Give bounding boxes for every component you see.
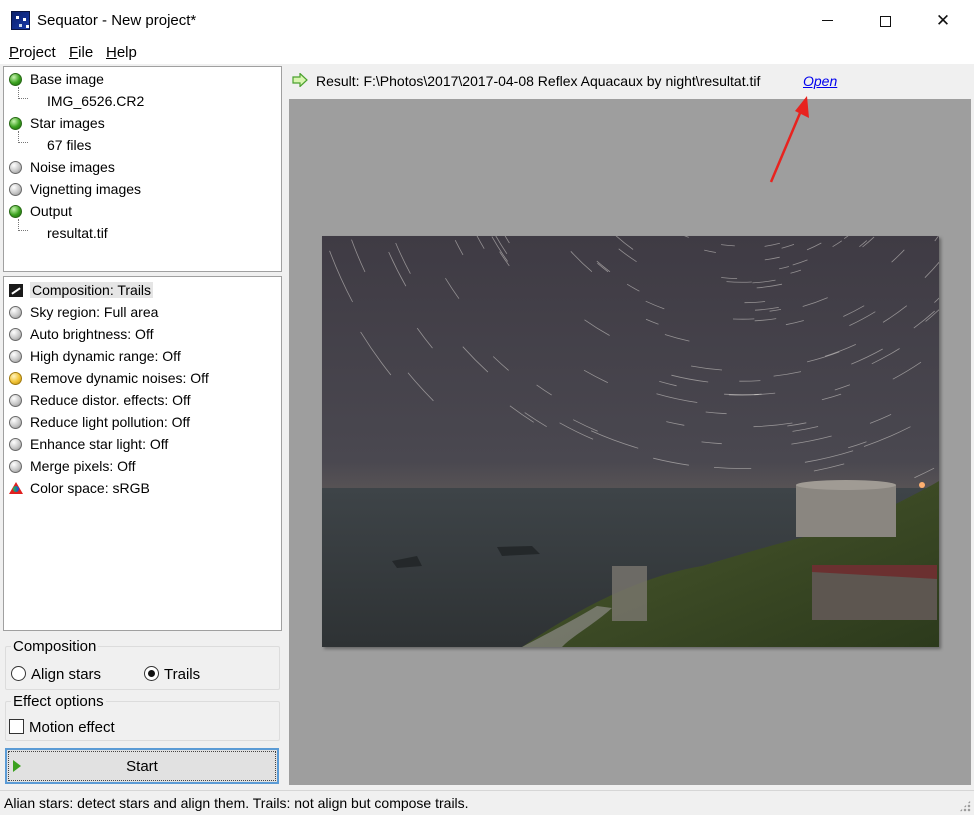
preview-area: [289, 99, 971, 785]
trails-radio[interactable]: [144, 666, 159, 681]
status-gray-icon: [9, 305, 22, 319]
tree-branch-line: [18, 131, 28, 143]
menu-project[interactable]: Project: [9, 44, 56, 61]
motion-effect-checkbox[interactable]: [9, 719, 24, 734]
tree-child-label: resultat.tif: [47, 225, 108, 241]
option-auto-brightness[interactable]: Auto brightness: Off: [9, 323, 153, 345]
motion-effect-label[interactable]: Motion effect: [29, 719, 115, 736]
tree-branch-line: [18, 87, 28, 99]
option-label: Sky region: Full area: [30, 304, 159, 320]
option-label: Enhance star light: Off: [30, 436, 169, 452]
options-panel: Composition: Trails Sky region: Full are…: [3, 276, 282, 631]
star-trails-photo: [322, 236, 939, 647]
status-bar: Alian stars: detect stars and align them…: [0, 790, 974, 815]
sequator-app-icon: [11, 11, 30, 30]
status-gray-icon: [9, 393, 22, 407]
tree-child-label: IMG_6526.CR2: [47, 93, 145, 109]
option-color-space[interactable]: Color space: sRGB: [9, 477, 150, 499]
tree-child-base-file[interactable]: IMG_6526.CR2: [47, 90, 144, 112]
option-reduce-distortion[interactable]: Reduce distor. effects: Off: [9, 389, 191, 411]
status-gray-icon: [9, 327, 22, 341]
tree-branch-line: [18, 219, 28, 231]
status-gray-icon: [9, 160, 22, 174]
option-sky-region[interactable]: Sky region: Full area: [9, 301, 158, 323]
tree-child-star-count[interactable]: 67 files: [47, 134, 91, 156]
option-label: Remove dynamic noises: Off: [30, 370, 209, 386]
tree-item-label: Noise images: [30, 159, 115, 175]
status-gray-icon: [9, 349, 22, 363]
option-label: Composition: Trails: [30, 282, 154, 298]
tree-item-label: Base image: [30, 71, 104, 87]
tree-item-label: Star images: [30, 115, 105, 131]
close-icon: ✕: [935, 11, 951, 30]
option-label: Color space: sRGB: [30, 480, 150, 496]
tree-item-vignetting-images[interactable]: Vignetting images: [9, 178, 141, 200]
status-yellow-icon: [9, 371, 22, 385]
result-preview-image: [322, 236, 939, 647]
effect-options-title: Effect options: [11, 693, 106, 710]
option-remove-dynamic-noises[interactable]: Remove dynamic noises: Off: [9, 367, 209, 389]
tree-item-label: Vignetting images: [30, 181, 142, 197]
play-icon: [13, 760, 21, 772]
arrow-right-icon: [292, 73, 308, 87]
option-composition[interactable]: Composition: Trails: [9, 279, 154, 301]
option-label: High dynamic range: Off: [30, 348, 181, 364]
color-space-icon: [9, 482, 23, 494]
align-stars-radio[interactable]: [11, 666, 26, 681]
menu-file[interactable]: File: [69, 44, 93, 61]
tree-child-output-file[interactable]: resultat.tif: [47, 222, 108, 244]
window-title: Sequator - New project*: [37, 12, 197, 29]
status-gray-icon: [9, 437, 22, 451]
option-merge-pixels[interactable]: Merge pixels: Off: [9, 455, 136, 477]
tree-item-noise-images[interactable]: Noise images: [9, 156, 115, 178]
option-high-dynamic-range[interactable]: High dynamic range: Off: [9, 345, 181, 367]
status-gray-icon: [9, 459, 22, 473]
resize-grip-icon[interactable]: [959, 800, 971, 812]
open-result-link[interactable]: Open: [803, 73, 837, 89]
align-stars-label[interactable]: Align stars: [31, 666, 101, 683]
annotation-arrow-icon: [769, 96, 809, 183]
menu-bar: Project File Help: [0, 42, 974, 64]
status-green-icon: [9, 204, 22, 218]
status-green-icon: [9, 72, 22, 86]
input-tree-panel: Base image IMG_6526.CR2 Star images 67 f…: [3, 66, 282, 272]
status-green-icon: [9, 116, 22, 130]
status-text: Alian stars: detect stars and align them…: [4, 795, 469, 811]
minimize-button[interactable]: [798, 0, 856, 42]
composition-group-title: Composition: [11, 638, 99, 655]
trails-label[interactable]: Trails: [164, 666, 200, 683]
tree-item-label: Output: [30, 203, 73, 219]
title-bar: Sequator - New project* ✕: [0, 0, 974, 42]
result-path-text: Result: F:\Photos\2017\2017-04-08 Reflex…: [316, 73, 761, 89]
minimize-icon: [821, 19, 833, 21]
option-label: Merge pixels: Off: [30, 458, 136, 474]
start-button[interactable]: Start: [5, 748, 279, 784]
maximize-button[interactable]: [856, 0, 914, 42]
option-label: Reduce distor. effects: Off: [30, 392, 191, 408]
option-reduce-light-pollution[interactable]: Reduce light pollution: Off: [9, 411, 190, 433]
option-label: Reduce light pollution: Off: [30, 414, 191, 430]
option-enhance-star-light[interactable]: Enhance star light: Off: [9, 433, 168, 455]
menu-help[interactable]: Help: [106, 44, 137, 61]
status-gray-icon: [9, 415, 22, 429]
maximize-icon: [879, 15, 891, 27]
composition-icon: [9, 283, 23, 297]
start-button-label: Start: [126, 757, 158, 775]
status-gray-icon: [9, 182, 22, 196]
close-button[interactable]: ✕: [914, 0, 972, 42]
tree-child-label: 67 files: [47, 137, 92, 153]
option-label: Auto brightness: Off: [30, 326, 154, 342]
result-bar: Result: F:\Photos\2017\2017-04-08 Reflex…: [288, 66, 974, 98]
